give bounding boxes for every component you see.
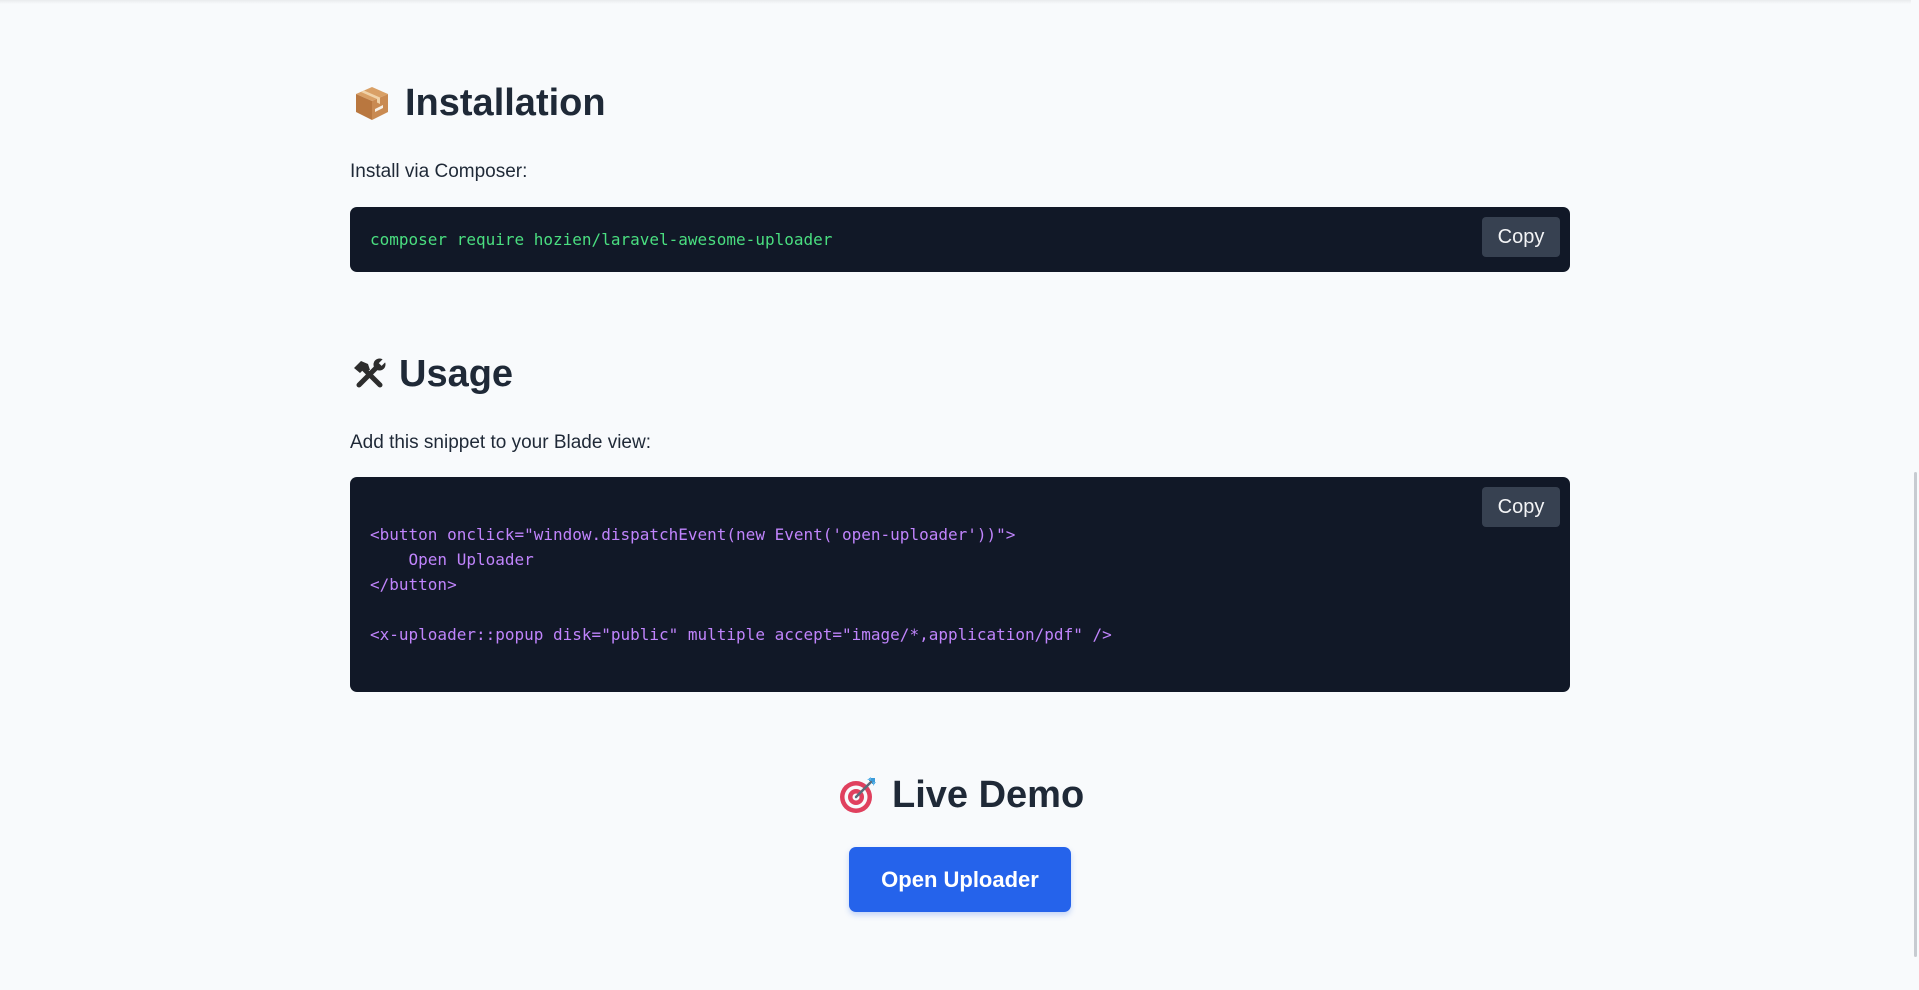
live-demo-title: Live Demo — [892, 774, 1085, 816]
installation-code-block: composer require hozien/laravel-awesome-… — [350, 207, 1570, 272]
installation-code[interactable]: composer require hozien/laravel-awesome-… — [370, 227, 832, 252]
usage-intro: Add this snippet to your Blade view: — [350, 432, 652, 453]
installation-heading: Installation — [353, 84, 606, 122]
open-uploader-button[interactable]: Open Uploader — [849, 847, 1071, 912]
scrollbar-track[interactable] — [1911, 0, 1919, 990]
installation-copy-button[interactable]: Copy — [1482, 217, 1560, 257]
usage-copy-button[interactable]: Copy — [1482, 487, 1560, 527]
scrollbar-thumb[interactable] — [1914, 472, 1917, 957]
hammer-wrench-icon — [351, 356, 387, 392]
live-demo-heading: Live Demo — [838, 775, 1084, 815]
installation-intro: Install via Composer: — [350, 161, 528, 182]
usage-code[interactable]: <button onclick="window.dispatchEvent(ne… — [370, 522, 1112, 647]
installation-title: Installation — [405, 82, 606, 124]
target-icon — [838, 775, 878, 815]
usage-heading: Usage — [351, 355, 513, 393]
package-icon — [353, 84, 391, 122]
usage-code-block: <button onclick="window.dispatchEvent(ne… — [350, 477, 1570, 692]
top-shadow — [0, 0, 1919, 4]
usage-title: Usage — [399, 353, 514, 395]
page: Installation Install via Composer: compo… — [0, 0, 1919, 990]
